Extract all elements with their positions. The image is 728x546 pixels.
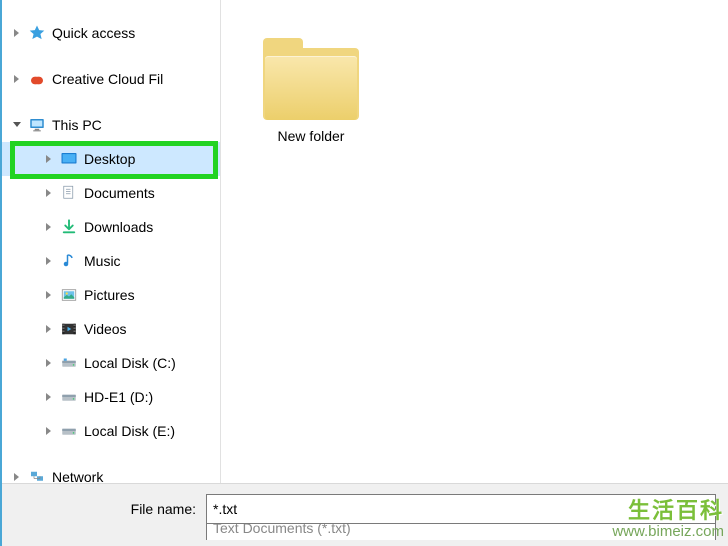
tree-label: Videos — [84, 321, 127, 337]
tree-label: Downloads — [84, 219, 153, 235]
tree-label: Pictures — [84, 287, 135, 303]
tree-label: Network — [52, 469, 103, 483]
chevron-down-icon[interactable] — [10, 118, 24, 132]
pictures-icon — [60, 286, 78, 304]
folder-item-new-folder[interactable]: New folder — [241, 20, 381, 144]
saveastype-combo[interactable]: Text Documents (*.txt) — [206, 524, 716, 540]
chevron-right-icon[interactable] — [42, 152, 56, 166]
chevron-right-icon[interactable] — [42, 424, 56, 438]
chevron-right-icon[interactable] — [10, 72, 24, 86]
tree-label: Local Disk (C:) — [84, 355, 176, 371]
chevron-right-icon[interactable] — [42, 254, 56, 268]
desktop-icon — [60, 150, 78, 168]
tree-item-local-disk-c[interactable]: Local Disk (C:) — [2, 346, 220, 380]
chevron-right-icon[interactable] — [10, 26, 24, 40]
drive-icon — [60, 388, 78, 406]
tree-label: Creative Cloud Fil — [52, 71, 163, 87]
star-icon — [28, 24, 46, 42]
bottom-panel: File name: Save as type: Text Documents … — [2, 483, 728, 546]
navigation-tree: Quick access Creative Cloud Fil — [2, 0, 221, 483]
creative-cloud-icon — [28, 70, 46, 88]
tree-item-network[interactable]: Network — [2, 460, 220, 483]
tree-item-documents[interactable]: Documents — [2, 176, 220, 210]
documents-icon — [60, 184, 78, 202]
chevron-right-icon[interactable] — [42, 288, 56, 302]
videos-icon — [60, 320, 78, 338]
tree-label: Music — [84, 253, 121, 269]
tree-label: Documents — [84, 185, 155, 201]
tree-item-hd-e1-d[interactable]: HD-E1 (D:) — [2, 380, 220, 414]
tree-label: HD-E1 (D:) — [84, 389, 153, 405]
drive-icon — [60, 422, 78, 440]
content-pane[interactable]: New folder — [221, 0, 728, 483]
main-area: Quick access Creative Cloud Fil — [2, 0, 728, 483]
folder-icon — [263, 38, 359, 120]
chevron-right-icon[interactable] — [10, 470, 24, 483]
tree-item-downloads[interactable]: Downloads — [2, 210, 220, 244]
tree-item-pictures[interactable]: Pictures — [2, 278, 220, 312]
filename-label: File name: — [16, 501, 206, 517]
tree-label: This PC — [52, 117, 102, 133]
chevron-right-icon[interactable] — [42, 186, 56, 200]
drive-icon — [60, 354, 78, 372]
tree-item-desktop[interactable]: Desktop — [2, 142, 220, 176]
monitor-icon — [28, 116, 46, 134]
tree-item-creative-cloud[interactable]: Creative Cloud Fil — [2, 62, 220, 96]
tree-label: Local Disk (E:) — [84, 423, 175, 439]
chevron-right-icon[interactable] — [42, 220, 56, 234]
chevron-right-icon[interactable] — [42, 356, 56, 370]
filename-row: File name: — [16, 494, 716, 524]
tree-item-this-pc[interactable]: This PC — [2, 108, 220, 142]
music-icon — [60, 252, 78, 270]
chevron-right-icon[interactable] — [42, 390, 56, 404]
download-icon — [60, 218, 78, 236]
folder-label: New folder — [241, 128, 381, 144]
save-dialog-window: Quick access Creative Cloud Fil — [0, 0, 728, 546]
tree-item-music[interactable]: Music — [2, 244, 220, 278]
chevron-right-icon[interactable] — [42, 322, 56, 336]
tree-item-local-disk-e[interactable]: Local Disk (E:) — [2, 414, 220, 448]
network-icon — [28, 468, 46, 483]
tree-label: Quick access — [52, 25, 135, 41]
tree-label: Desktop — [84, 151, 135, 167]
tree-item-quick-access[interactable]: Quick access — [2, 16, 220, 50]
tree-item-videos[interactable]: Videos — [2, 312, 220, 346]
saveastype-row: Save as type: Text Documents (*.txt) — [16, 524, 716, 540]
filename-input[interactable] — [206, 494, 716, 524]
